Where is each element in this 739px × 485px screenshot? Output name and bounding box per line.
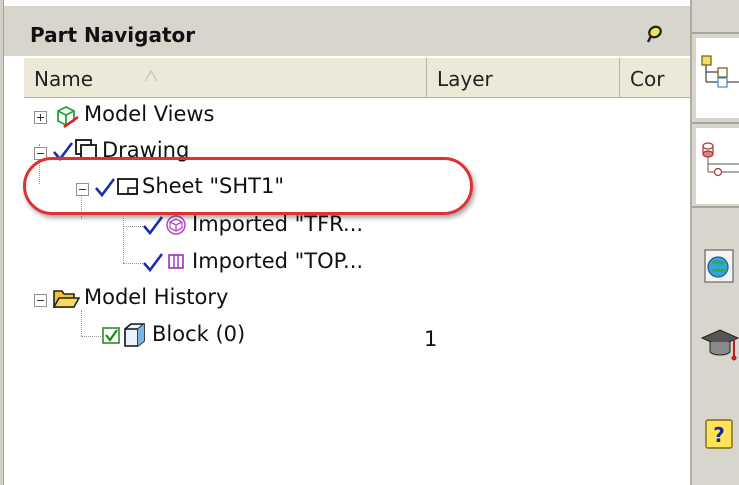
resource-separator xyxy=(692,122,739,124)
column-cor-label: Cor xyxy=(630,67,665,91)
column-layer[interactable]: Layer xyxy=(427,58,620,97)
help-tab[interactable]: ? xyxy=(696,412,739,458)
part-navigator-panel: Part Navigator Name Layer Cor Model View… xyxy=(0,0,690,485)
imported-view-icon xyxy=(166,215,186,235)
block-layer-value: 1 xyxy=(424,327,438,351)
resource-bar: ? xyxy=(690,0,739,485)
svg-text:?: ? xyxy=(713,423,725,447)
tree-item-label: Block (0) xyxy=(152,322,246,346)
check-icon[interactable] xyxy=(142,251,164,273)
column-name[interactable]: Name xyxy=(24,58,427,97)
roles-icon xyxy=(700,329,739,361)
checkbox-checked-icon[interactable] xyxy=(102,326,122,346)
help-icon: ? xyxy=(705,419,733,449)
roles-tab[interactable] xyxy=(696,322,739,370)
block-icon xyxy=(124,323,145,347)
column-header: Name Layer Cor xyxy=(24,58,690,98)
web-browser-icon xyxy=(704,249,734,283)
tree-item-label: Imported "TFR... xyxy=(192,212,364,236)
panel-title: Part Navigator xyxy=(30,23,196,47)
column-layer-label: Layer xyxy=(437,67,493,91)
constraint-navigator-icon xyxy=(702,142,739,177)
tree-item-label: Model History xyxy=(84,285,229,309)
panel-left-border xyxy=(0,0,4,485)
resource-separator xyxy=(692,206,739,208)
tree-item-block[interactable]: Block (0) xyxy=(24,318,690,354)
constraint-navigator-tab[interactable] xyxy=(696,128,739,204)
check-icon[interactable] xyxy=(142,214,164,236)
column-cor[interactable]: Cor xyxy=(620,58,690,97)
imported-view-icon xyxy=(168,254,184,269)
tree-item-label: Imported "TOP... xyxy=(192,249,364,273)
web-browser-tab[interactable] xyxy=(696,245,739,287)
tree-item-model-views[interactable]: Model Views xyxy=(24,98,424,134)
tree-item-imported-top[interactable]: Imported "TOP... xyxy=(24,245,424,281)
folder-open-icon xyxy=(52,290,80,308)
sort-ascending-icon xyxy=(144,70,158,82)
pin-icon[interactable] xyxy=(639,21,665,47)
collapse-toggle[interactable] xyxy=(34,294,47,307)
column-name-label: Name xyxy=(34,67,94,91)
tree-item-model-history[interactable]: Model History xyxy=(24,281,424,317)
expand-toggle[interactable] xyxy=(34,111,47,124)
navigator-titlebar: Part Navigator xyxy=(4,6,690,56)
tree-item-label: Model Views xyxy=(84,102,215,126)
model-views-icon xyxy=(57,105,79,129)
assembly-navigator-icon xyxy=(701,55,739,88)
resource-separator xyxy=(692,32,739,34)
highlight-ellipse xyxy=(23,157,473,215)
assembly-navigator-tab[interactable] xyxy=(696,38,739,118)
